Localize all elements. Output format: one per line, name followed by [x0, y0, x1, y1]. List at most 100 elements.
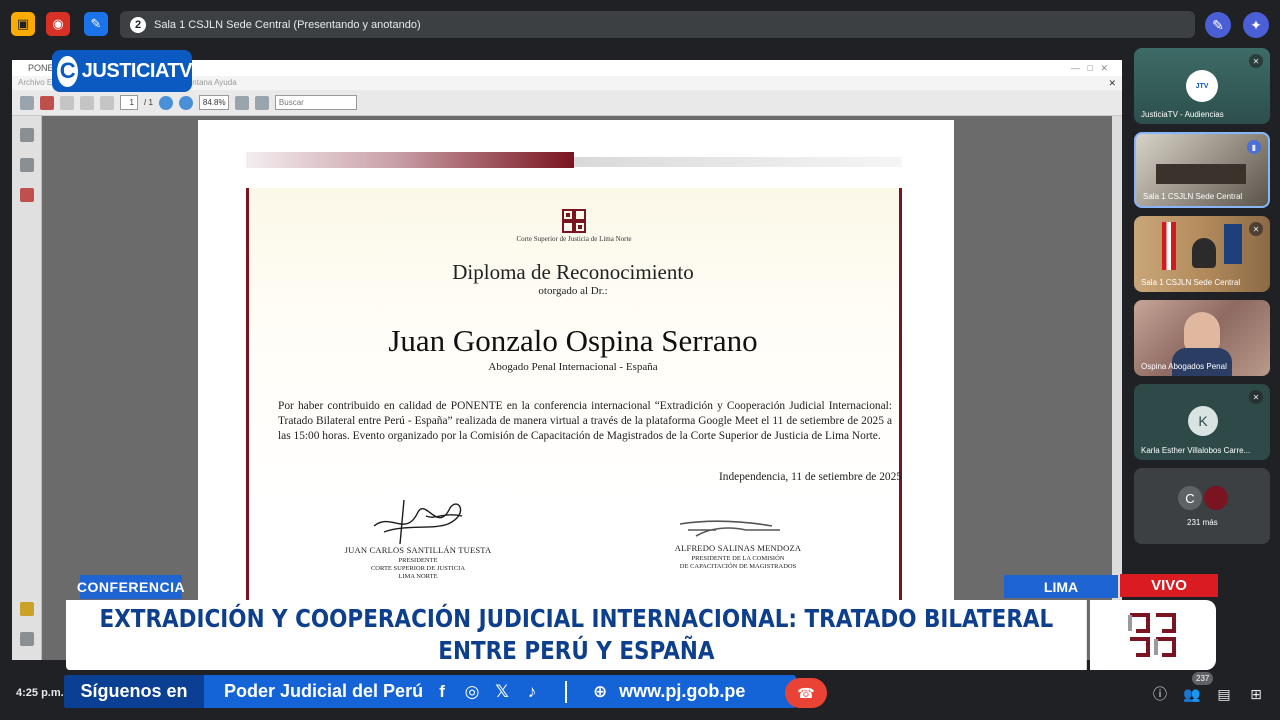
- people-count-badge: 237: [1192, 672, 1214, 685]
- signer-2-name: ALFREDO SALINAS MENDOZA: [674, 543, 802, 553]
- mic-off-icon: ✕: [1249, 222, 1263, 236]
- record-icon[interactable]: ◉: [46, 12, 70, 36]
- location-tag: LIMA: [1004, 575, 1118, 598]
- courtroom-bench-image: [1156, 164, 1246, 184]
- layers-icon[interactable]: [20, 158, 34, 172]
- page-number-input[interactable]: 1: [120, 95, 138, 110]
- headline-line-2: ENTRE PERÚ Y ESPAÑA: [438, 636, 715, 665]
- poder-judicial-logo: [1090, 600, 1216, 670]
- next-page-icon[interactable]: [100, 95, 114, 110]
- end-call-button[interactable]: ☎: [785, 678, 827, 708]
- court-name: Corte Superior de Justicia de Lima Norte: [516, 235, 632, 243]
- tiktok-icon: ♪: [527, 681, 537, 701]
- diploma-top-band: [246, 152, 574, 168]
- shared-pdf-window: PONENTE — □ ✕ Archivo Edición Ver Docume…: [12, 60, 1122, 660]
- peru-flag-image: [1162, 222, 1176, 270]
- notes-icon[interactable]: ✎: [84, 12, 108, 36]
- participant-tile-2[interactable]: ▮ Sala 1 CSJLN Sede Central: [1134, 132, 1270, 208]
- section-tag: CONFERENCIA: [77, 575, 185, 599]
- meeting-info-icon[interactable]: ⓘ: [1150, 684, 1170, 704]
- participant-tile-3[interactable]: ✕ Sala 1 CSJLN Sede Central: [1134, 216, 1270, 292]
- present-off-icon[interactable]: ▣: [11, 12, 35, 36]
- pj-avatar-icon: [1204, 486, 1228, 510]
- participant-name: Ospina Abogados Penal: [1141, 362, 1227, 371]
- print-icon[interactable]: [20, 95, 34, 110]
- judge-figure-image: [1192, 238, 1216, 268]
- meeting-title-bar[interactable]: 2 Sala 1 CSJLN Sede Central (Presentando…: [120, 11, 1195, 38]
- pdf-sidebar: [12, 116, 42, 660]
- people-icon[interactable]: 👥: [1182, 684, 1202, 704]
- signer-1-role-3: LIMA NORTE: [398, 573, 438, 580]
- comments-icon[interactable]: [20, 602, 34, 616]
- ticker-follow: Síguenos en: [64, 675, 204, 708]
- recipient-role: Abogado Penal Internacional - España: [488, 361, 658, 373]
- signer-2-role-2: DE CAPACITACIÓN DE MAGISTRADOS: [679, 563, 797, 570]
- zoom-out-icon[interactable]: [158, 95, 173, 110]
- social-ticker: Síguenos en Poder Judicial del Perú f ◎ …: [64, 675, 796, 708]
- speaker-face-image: [1184, 312, 1220, 352]
- participant-tile-5[interactable]: K ✕ Karla Esther Villalobos Carre...: [1134, 384, 1270, 460]
- participant-tile-4[interactable]: Ospina Abogados Penal: [1134, 300, 1270, 376]
- more-participants-count: 231 más: [1187, 518, 1218, 527]
- mic-off-icon: ✕: [1249, 54, 1263, 68]
- signer-2-role-1: PRESIDENTE DE LA COMISIÓN: [691, 555, 785, 562]
- upload-icon[interactable]: [60, 95, 74, 110]
- zoom-in-icon[interactable]: [178, 95, 193, 110]
- chat-icon[interactable]: ▤: [1214, 684, 1234, 704]
- pages-panel-icon[interactable]: [20, 128, 34, 142]
- speaking-icon: ▮: [1247, 140, 1261, 154]
- presenter-count-badge: 2: [130, 16, 146, 33]
- more-participants-tile[interactable]: C 231 más: [1134, 468, 1270, 544]
- mic-off-icon: ✕: [1249, 390, 1263, 404]
- signer-2: ALFREDO SALINAS MENDOZA PRESIDENTE DE LA…: [638, 543, 838, 571]
- attachments-icon[interactable]: [20, 188, 34, 202]
- page-total: / 1: [144, 98, 153, 107]
- participant-initial-avatar: K: [1188, 406, 1218, 436]
- export-icon[interactable]: [40, 95, 54, 110]
- gemini-sparkle-icon[interactable]: ✦: [1243, 12, 1269, 38]
- headline-line-1: EXTRADICIÓN Y COOPERACIÓN JUDICIAL INTER…: [99, 604, 1054, 633]
- hang-up-icon: ☎: [797, 684, 815, 701]
- pdf-toolbar: 1 / 1 84.8% Buscar: [12, 90, 1122, 116]
- justiciatv-c-icon: C: [57, 55, 78, 87]
- diploma-date: Independencia, 11 de setiembre de 2025: [718, 471, 902, 483]
- headline-banner: EXTRADICIÓN Y COOPERACIÓN JUDICIAL INTER…: [66, 600, 1087, 670]
- fit-width-icon[interactable]: [254, 95, 269, 110]
- ticker-divider: [565, 680, 568, 703]
- signer-1-role-1: PRESIDENTE: [398, 557, 438, 564]
- institution-flag-image: [1224, 224, 1242, 264]
- pdf-search-input[interactable]: Buscar: [274, 95, 357, 110]
- participant-initial-avatar: C: [1178, 486, 1202, 510]
- court-seal-icon: [562, 209, 586, 233]
- fit-page-icon[interactable]: [234, 95, 249, 110]
- signer-1: JUAN CARLOS SANTILLÁN TUESTA PRESIDENTE …: [318, 545, 518, 581]
- participant-name: Sala 1 CSJLN Sede Central: [1143, 192, 1243, 201]
- recipient-name: Juan Gonzalo Ospina Serrano: [388, 323, 758, 358]
- live-tag: VIVO: [1120, 574, 1218, 597]
- logo-text: JUSTICIATV: [81, 59, 193, 82]
- meeting-title: Sala 1 CSJLN Sede Central (Presentando y…: [154, 18, 421, 31]
- prev-page-icon[interactable]: [80, 95, 94, 110]
- zoom-level-input[interactable]: 84.8%: [198, 95, 229, 110]
- diploma-title: Diploma de Reconocimiento: [452, 260, 694, 284]
- signature-1-image: [373, 499, 463, 545]
- instagram-icon: ◎: [464, 681, 480, 701]
- justiciatv-avatar-icon: JTV: [1186, 70, 1218, 102]
- paperclip-icon[interactable]: [20, 632, 34, 646]
- diploma-body: Por haber contribuido en calidad de PONE…: [278, 400, 892, 443]
- meeting-clock: 4:25 p.m.: [16, 687, 64, 699]
- justiciatv-logo: C JUSTICIATV: [52, 50, 193, 92]
- participant-name: Karla Esther Villalobos Carre...: [1141, 446, 1251, 455]
- participant-tile-1[interactable]: JTV ✕ JusticiaTV - Audiencias: [1134, 48, 1270, 124]
- ticker-url: www.pj.gob.pe: [619, 681, 746, 701]
- diploma-page: Corte Superior de Justicia de Lima Norte…: [198, 120, 954, 660]
- signer-1-role-2: CORTE SUPERIOR DE JUSTICIA: [370, 565, 466, 572]
- activities-icon[interactable]: ⊞: [1246, 684, 1266, 704]
- window-controls-icon[interactable]: — □ ✕: [1071, 60, 1108, 76]
- signer-1-name: JUAN CARLOS SANTILLÁN TUESTA: [344, 545, 492, 555]
- diploma-subtitle: otorgado al Dr.:: [538, 285, 608, 297]
- signature-2-image: [679, 520, 780, 537]
- x-icon: 𝕏: [495, 681, 509, 701]
- annotate-pen-icon[interactable]: ✎: [1205, 12, 1231, 38]
- doc-close-icon[interactable]: ✕: [1108, 76, 1116, 90]
